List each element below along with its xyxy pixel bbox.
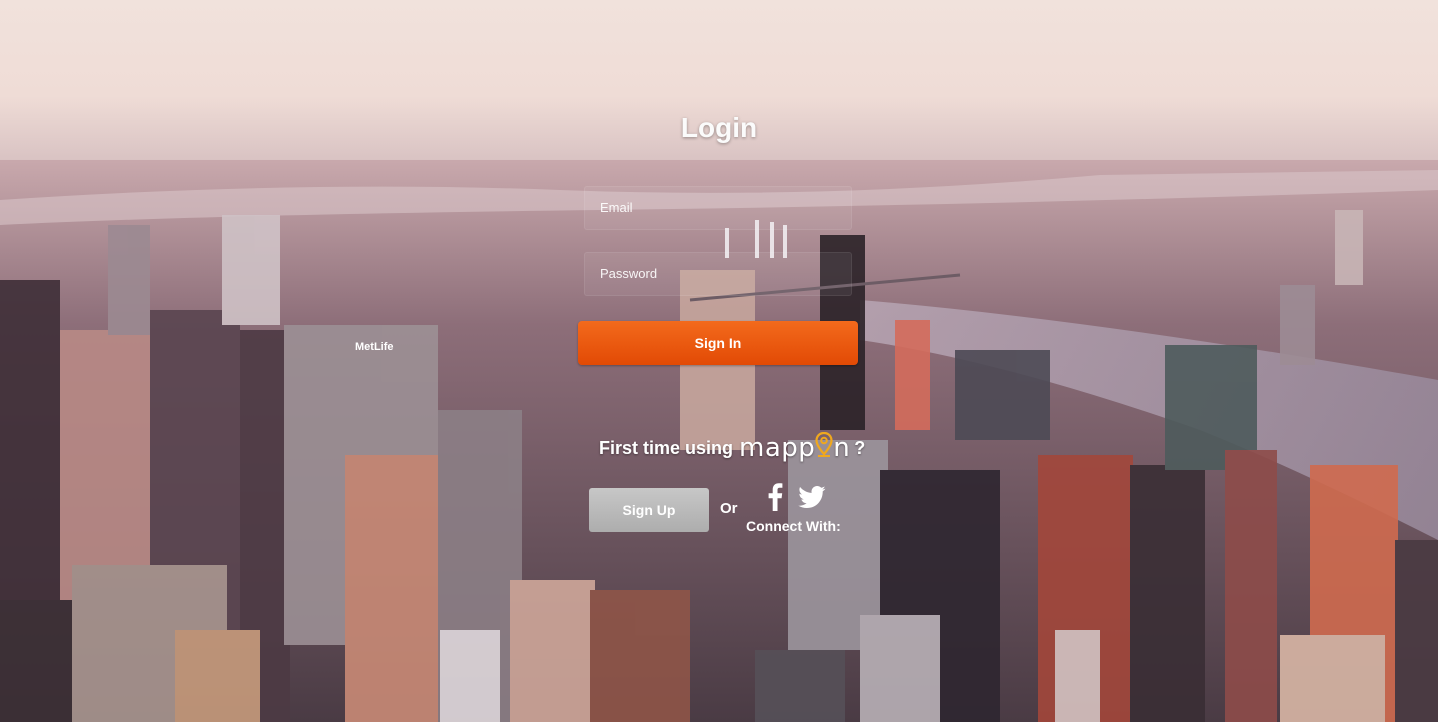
first-time-text: First time using (599, 437, 734, 458)
question-mark: ? (854, 437, 866, 458)
email-field[interactable]: Email (584, 186, 852, 230)
brand-logo: mapp n (739, 432, 850, 464)
password-placeholder: Password (600, 266, 658, 281)
first-time-prompt: First time using mapp n ? (599, 432, 865, 464)
brand-text-right: n (833, 433, 851, 463)
map-pin-icon (815, 432, 833, 457)
email-placeholder: Email (600, 200, 633, 215)
twitter-button[interactable] (797, 482, 827, 512)
facebook-button[interactable] (760, 482, 790, 512)
connect-with-label: Connect With: (746, 518, 841, 534)
brand-text-left: mapp (739, 433, 816, 463)
twitter-icon (798, 486, 826, 508)
sign-up-button[interactable]: Sign Up (589, 488, 709, 532)
sign-in-button[interactable]: Sign In (578, 321, 858, 365)
facebook-icon (768, 483, 783, 511)
page-title: Login (680, 112, 758, 143)
login-panel: Login Email Password Sign In First time … (0, 0, 1438, 722)
password-field[interactable]: Password (584, 252, 852, 296)
or-label: Or (720, 500, 738, 517)
